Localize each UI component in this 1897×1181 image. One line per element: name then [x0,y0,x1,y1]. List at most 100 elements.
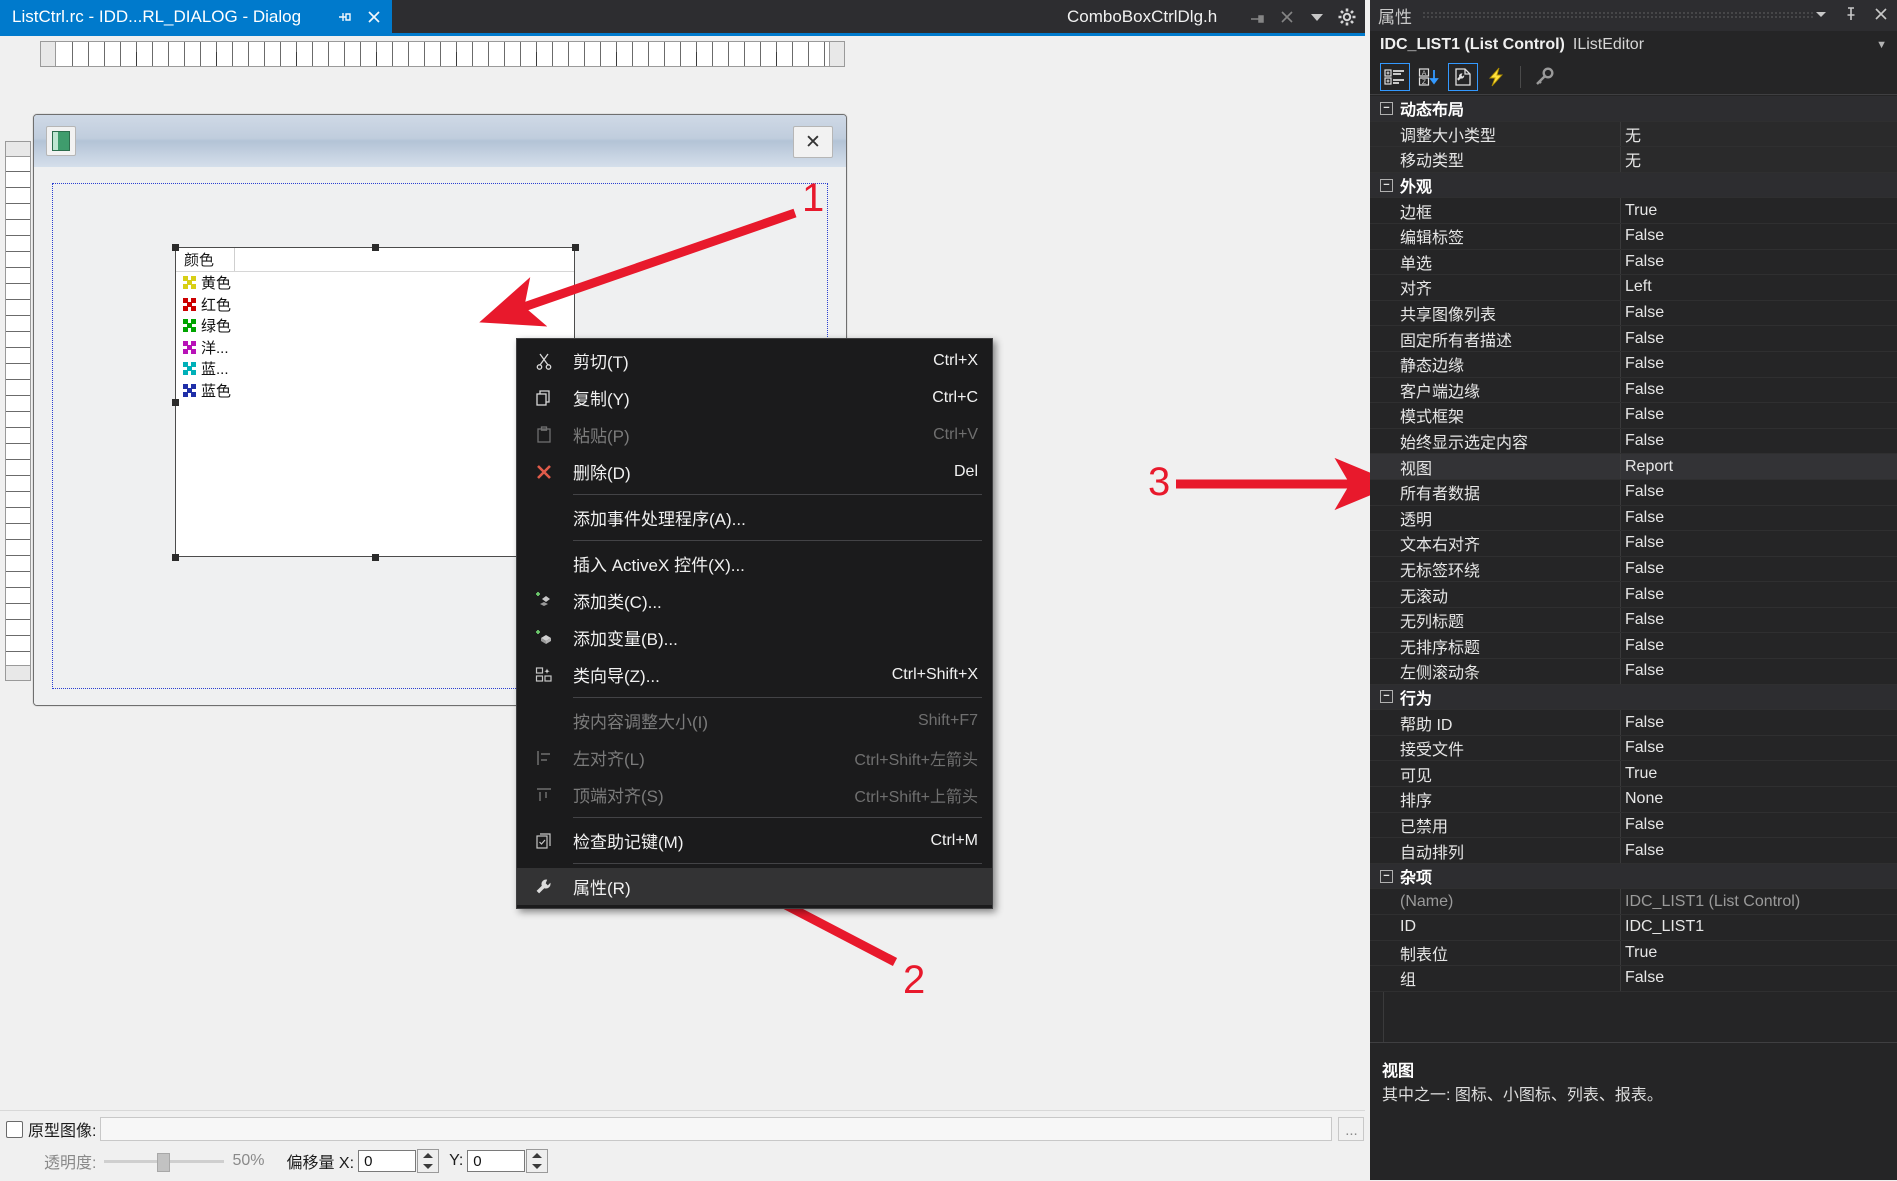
property-row-accept-files[interactable]: 接受文件 False [1370,735,1897,762]
chevron-down-icon[interactable] [1307,7,1327,27]
tab-comboboxctrldlg-h[interactable]: ComboBoxCtrlDlg.h [1055,0,1365,33]
property-row-move-type[interactable]: 移动类型 无 [1370,147,1897,173]
resize-handle-bottom-center[interactable] [372,554,379,561]
property-value[interactable]: False [1625,586,1664,604]
property-row-sort[interactable]: 排序 None [1370,787,1897,813]
property-row-help-id[interactable]: 帮助 ID False [1370,710,1897,736]
property-value[interactable]: Left [1625,278,1652,296]
resize-handle-mid-left[interactable] [172,399,179,406]
property-value[interactable]: False [1625,406,1664,424]
property-group-dynamic-layout[interactable]: − 动态布局 [1370,96,1897,122]
menu-item-delete[interactable]: 删除(D) Del [517,453,992,490]
property-row-single-selection[interactable]: 单选 False [1370,249,1897,276]
close-icon[interactable]: ✕ [793,126,833,158]
property-row-tabstop[interactable]: 制表位 True [1370,940,1897,967]
resize-handle-top-center[interactable] [372,244,379,251]
selected-object-row[interactable]: IDC_LIST1 (List Control) IListEditor ▼ [1370,31,1897,59]
menu-item-check-mnemonics[interactable]: 检查助记键(M) Ctrl+M [517,822,992,859]
property-row-left-scrollbar[interactable]: 左侧滚动条 False [1370,659,1897,685]
property-value[interactable]: False [1625,816,1664,834]
resize-handle-top-left[interactable] [172,244,179,251]
menu-item-properties[interactable]: 属性(R) [517,868,992,905]
property-row-transparent[interactable]: 透明 False [1370,505,1897,532]
property-value[interactable]: False [1625,714,1664,732]
menu-item-add-event-handler[interactable]: 添加事件处理程序(A)... [517,499,992,536]
offset-x-input[interactable]: 0 [358,1150,417,1172]
list-item[interactable]: 洋... [176,337,574,359]
opacity-slider[interactable] [104,1153,225,1172]
property-value[interactable]: False [1625,304,1664,322]
browse-button[interactable]: ... [1338,1117,1365,1141]
property-key-icon[interactable] [1529,63,1559,91]
property-row-modal-frame[interactable]: 模式框架 False [1370,403,1897,429]
property-value[interactable]: False [1625,969,1664,987]
prototype-image-checkbox[interactable] [6,1120,23,1138]
property-group-appearance[interactable]: − 外观 [1370,172,1897,199]
property-row-no-sort-header[interactable]: 无排序标题 False [1370,633,1897,660]
menu-item-cut[interactable]: 剪切(T) Ctrl+X [517,342,992,379]
categorized-view-icon[interactable] [1380,62,1410,91]
prototype-image-path-input[interactable] [100,1117,1333,1141]
pin-icon[interactable] [1247,7,1267,27]
menu-item-add-class[interactable]: 添加类(C)... [517,582,992,619]
gear-icon[interactable] [1337,7,1357,27]
property-row-no-label-wrap[interactable]: 无标签环绕 False [1370,556,1897,583]
property-row-view[interactable]: 视图 Report [1370,454,1897,480]
list-item[interactable]: 蓝色 [176,380,574,402]
list-item[interactable]: 绿色 [176,315,574,337]
tab-listctrl-rc[interactable]: ListCtrl.rc - IDD...RL_DIALOG - Dialog [0,0,392,33]
collapse-icon[interactable]: − [1380,869,1393,883]
property-value[interactable]: False [1625,509,1664,527]
collapse-icon[interactable]: − [1380,178,1393,192]
resize-handle-top-right[interactable] [572,244,579,251]
property-row-disabled[interactable]: 已禁用 False [1370,812,1897,839]
list-item[interactable]: 蓝... [176,358,574,380]
list-item[interactable]: 红色 [176,294,574,316]
opacity-slider-thumb[interactable] [157,1153,171,1172]
property-row-share-image-lists[interactable]: 共享图像列表 False [1370,300,1897,327]
property-row-always-show-selection[interactable]: 始终显示选定内容 False [1370,428,1897,455]
close-icon[interactable] [1873,6,1889,26]
property-value[interactable]: False [1625,432,1664,450]
property-value[interactable]: False [1625,483,1664,501]
offset-y-stepper[interactable] [526,1149,549,1173]
property-value[interactable]: False [1625,662,1664,680]
property-value[interactable]: False [1625,355,1664,373]
list-item[interactable]: 黄色 [176,272,574,294]
property-value[interactable]: True [1625,765,1657,783]
menu-item-add-variable[interactable]: 添加变量(B)... [517,619,992,656]
property-row-no-scroll[interactable]: 无滚动 False [1370,582,1897,608]
designer-context-menu[interactable]: 剪切(T) Ctrl+X 复制(Y) Ctrl+C 粘贴(P) Ctrl+V 删… [516,338,993,909]
property-row-resize-type[interactable]: 调整大小类型 无 [1370,121,1897,148]
property-value[interactable]: False [1625,381,1664,399]
property-value[interactable]: 无 [1625,122,1641,146]
property-value[interactable]: None [1625,790,1663,808]
menu-item-copy[interactable]: 复制(Y) Ctrl+C [517,379,992,416]
pin-icon[interactable] [1843,6,1859,26]
property-value[interactable]: False [1625,637,1664,655]
property-value[interactable]: True [1625,202,1657,220]
collapse-icon[interactable]: − [1380,101,1393,115]
events-lightning-icon[interactable] [1482,63,1512,91]
collapse-icon[interactable]: − [1380,690,1393,704]
property-value[interactable]: False [1625,227,1664,245]
property-row-visible[interactable]: 可见 True [1370,761,1897,788]
property-row-static-edge[interactable]: 静态边缘 False [1370,351,1897,378]
alphabetical-sort-icon[interactable]: A Z [1414,63,1444,91]
offset-y-input[interactable]: 0 [467,1150,526,1172]
property-row-owner-draw-fixed[interactable]: 固定所有者描述 False [1370,326,1897,352]
property-row-right-align-text[interactable]: 文本右对齐 False [1370,531,1897,557]
property-value[interactable]: False [1625,739,1664,757]
property-value[interactable]: IDC_LIST1 [1625,918,1704,936]
resize-handle-bottom-left[interactable] [172,554,179,561]
list-column-header[interactable]: 颜色 [176,248,235,271]
list-control-idc-list1[interactable]: 颜色 黄色 红色 绿色 洋... 蓝... 蓝色 [175,247,575,557]
property-row-group[interactable]: 组 False [1370,966,1897,992]
property-value[interactable]: 无 [1625,147,1641,171]
offset-x-stepper[interactable] [417,1149,440,1173]
property-row-client-edge[interactable]: 客户端边缘 False [1370,377,1897,404]
property-row-align[interactable]: 对齐 Left [1370,275,1897,301]
property-group-behavior[interactable]: − 行为 [1370,684,1897,711]
menu-item-insert-activex-control[interactable]: 插入 ActiveX 控件(X)... [517,545,992,582]
property-row-edit-labels[interactable]: 编辑标签 False [1370,223,1897,250]
